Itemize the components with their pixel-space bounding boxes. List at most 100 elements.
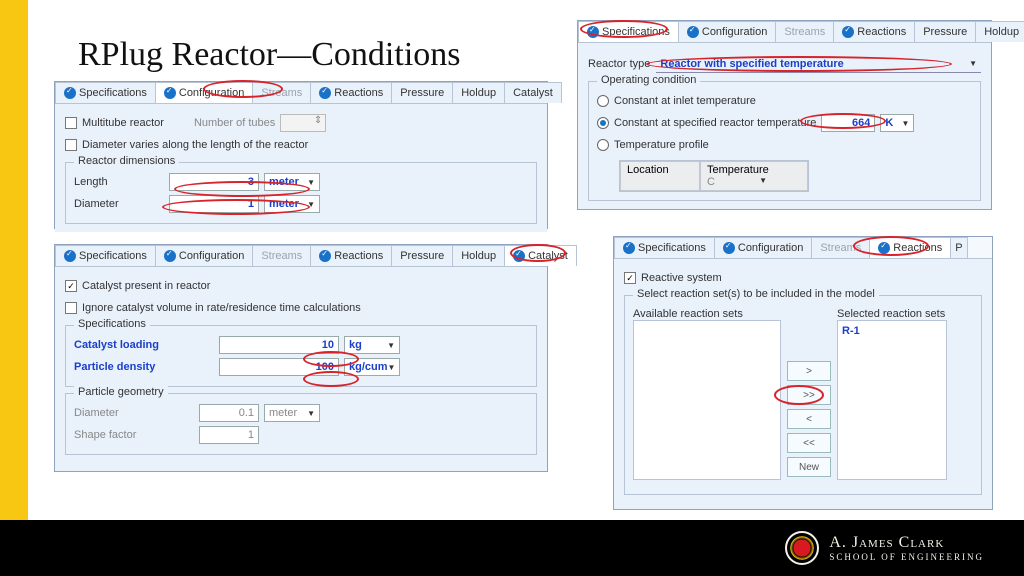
tab-pressure[interactable]: P	[950, 237, 967, 258]
footer-subtitle: SCHOOL OF ENGINEERING	[829, 552, 984, 562]
temp-profile-label: Temperature profile	[614, 139, 709, 151]
pg-diameter-input[interactable]	[199, 404, 259, 422]
inlet-temp-radio[interactable]	[597, 95, 609, 107]
check-icon	[842, 26, 854, 38]
selected-list[interactable]: R-1	[837, 320, 947, 480]
chevron-down-icon: ▼	[387, 341, 395, 350]
ntubes-spinner[interactable]	[280, 114, 326, 132]
spec-temp-label: Constant at specified reactor temperatur…	[614, 117, 816, 129]
length-unit-select[interactable]: meter▼	[264, 173, 320, 191]
selected-item[interactable]: R-1	[842, 325, 942, 337]
tab-holdup[interactable]: Holdup	[452, 82, 505, 103]
reactor-type-label: Reactor type	[588, 58, 650, 70]
pg-diameter-unit-select[interactable]: meter▼	[264, 404, 320, 422]
available-label: Available reaction sets	[633, 308, 781, 320]
ignore-catalyst-label: Ignore catalyst volume in rate/residence…	[82, 302, 361, 314]
tab-reactions[interactable]: Reactions	[869, 237, 951, 258]
check-icon	[623, 242, 635, 254]
density-input[interactable]	[219, 358, 339, 376]
loading-unit-select[interactable]: kg▼	[344, 336, 400, 354]
page-title: RPlug Reactor—Conditions	[78, 36, 461, 74]
temperature-input[interactable]	[821, 114, 875, 132]
tab-configuration[interactable]: Configuration	[714, 237, 812, 258]
inlet-temp-label: Constant at inlet temperature	[614, 95, 756, 107]
move-left-button[interactable]: <	[787, 409, 831, 429]
available-list[interactable]	[633, 320, 781, 480]
col-location: Location	[620, 161, 700, 191]
tab-streams[interactable]: Streams	[775, 21, 834, 42]
tab-pressure[interactable]: Pressure	[391, 245, 453, 266]
tab-holdup[interactable]: Holdup	[452, 245, 505, 266]
check-icon	[64, 87, 76, 99]
pg-diameter-label: Diameter	[74, 407, 194, 419]
density-unit-select[interactable]: kg/cum▼	[344, 358, 400, 376]
tab-reactions[interactable]: Reactions	[310, 82, 392, 103]
reactive-system-checkbox[interactable]: ✓	[624, 272, 636, 284]
tab-configuration[interactable]: Configuration	[155, 245, 253, 266]
tab-streams[interactable]: Streams	[252, 245, 311, 266]
tab-catalyst[interactable]: Catalyst	[504, 82, 562, 103]
catalyst-present-label: Catalyst present in reactor	[82, 280, 210, 292]
col-temp-unit-select[interactable]: C▼	[707, 176, 767, 188]
reactor-type-select[interactable]: Reactor with specified temperature▼	[656, 55, 981, 73]
catalyst-specs-group: Specifications Catalyst loading kg▼ Part…	[65, 325, 537, 387]
check-icon	[723, 242, 735, 254]
move-all-left-button[interactable]: <<	[787, 433, 831, 453]
tab-row-config: Specifications Configuration Streams Rea…	[55, 82, 547, 104]
tab-specifications[interactable]: Specifications	[578, 21, 679, 42]
temp-profile-table: Location TemperatureC▼	[619, 160, 809, 192]
diameter-unit-select[interactable]: meter▼	[264, 195, 320, 213]
check-icon	[319, 87, 331, 99]
university-seal-icon	[785, 531, 819, 565]
tab-reactions[interactable]: Reactions	[310, 245, 392, 266]
check-icon	[878, 242, 890, 254]
chevron-down-icon: ▼	[388, 363, 396, 372]
tab-streams[interactable]: Streams	[252, 82, 311, 103]
check-icon	[513, 250, 525, 262]
temp-profile-radio[interactable]	[597, 139, 609, 151]
tab-row-reactions: Specifications Configuration Streams Rea…	[614, 237, 992, 259]
chevron-down-icon: ▼	[969, 59, 977, 68]
tab-configuration[interactable]: Configuration	[155, 82, 253, 103]
footer-title: A. James Clark	[829, 534, 984, 552]
length-label: Length	[74, 176, 164, 188]
col-temperature: TemperatureC▼	[700, 161, 808, 191]
tab-row-spec: Specifications Configuration Streams Rea…	[578, 21, 991, 43]
temperature-unit-select[interactable]: K▼	[880, 114, 914, 132]
ntubes-label: Number of tubes	[194, 117, 275, 129]
length-input[interactable]	[169, 173, 259, 191]
diameter-label: Diameter	[74, 198, 164, 210]
tab-specifications[interactable]: Specifications	[55, 82, 156, 103]
density-label: Particle density	[74, 361, 214, 373]
diam-varies-checkbox[interactable]	[65, 139, 77, 151]
chevron-down-icon: ▼	[307, 200, 315, 209]
shape-input[interactable]	[199, 426, 259, 444]
reactor-dimensions-group: Reactor dimensions Length meter▼ Diamete…	[65, 162, 537, 224]
catalyst-present-checkbox[interactable]: ✓	[65, 280, 77, 292]
tab-configuration[interactable]: Configuration	[678, 21, 776, 42]
tab-streams[interactable]: Streams	[811, 237, 870, 258]
operating-condition-group: Operating condition Constant at inlet te…	[588, 81, 981, 201]
tab-catalyst[interactable]: Catalyst	[504, 245, 577, 266]
new-button[interactable]: New	[787, 457, 831, 477]
move-right-button[interactable]: >	[787, 361, 831, 381]
tab-pressure[interactable]: Pressure	[914, 21, 976, 42]
tab-row-catalyst: Specifications Configuration Streams Rea…	[55, 245, 547, 267]
tab-specifications[interactable]: Specifications	[614, 237, 715, 258]
footer: A. James Clark SCHOOL OF ENGINEERING	[0, 520, 1024, 576]
tab-pressure[interactable]: Pressure	[391, 82, 453, 103]
diameter-input[interactable]	[169, 195, 259, 213]
loading-label: Catalyst loading	[74, 339, 214, 351]
check-icon	[587, 26, 599, 38]
spec-temp-radio[interactable]	[597, 117, 609, 129]
move-all-right-button[interactable]: >>	[787, 385, 831, 405]
loading-input[interactable]	[219, 336, 339, 354]
tab-holdup[interactable]: Holdup	[975, 21, 1024, 42]
chevron-down-icon: ▼	[901, 119, 909, 128]
multitube-checkbox[interactable]	[65, 117, 77, 129]
tab-specifications[interactable]: Specifications	[55, 245, 156, 266]
check-icon	[64, 250, 76, 262]
tab-reactions[interactable]: Reactions	[833, 21, 915, 42]
check-icon	[687, 26, 699, 38]
ignore-catalyst-checkbox[interactable]	[65, 302, 77, 314]
